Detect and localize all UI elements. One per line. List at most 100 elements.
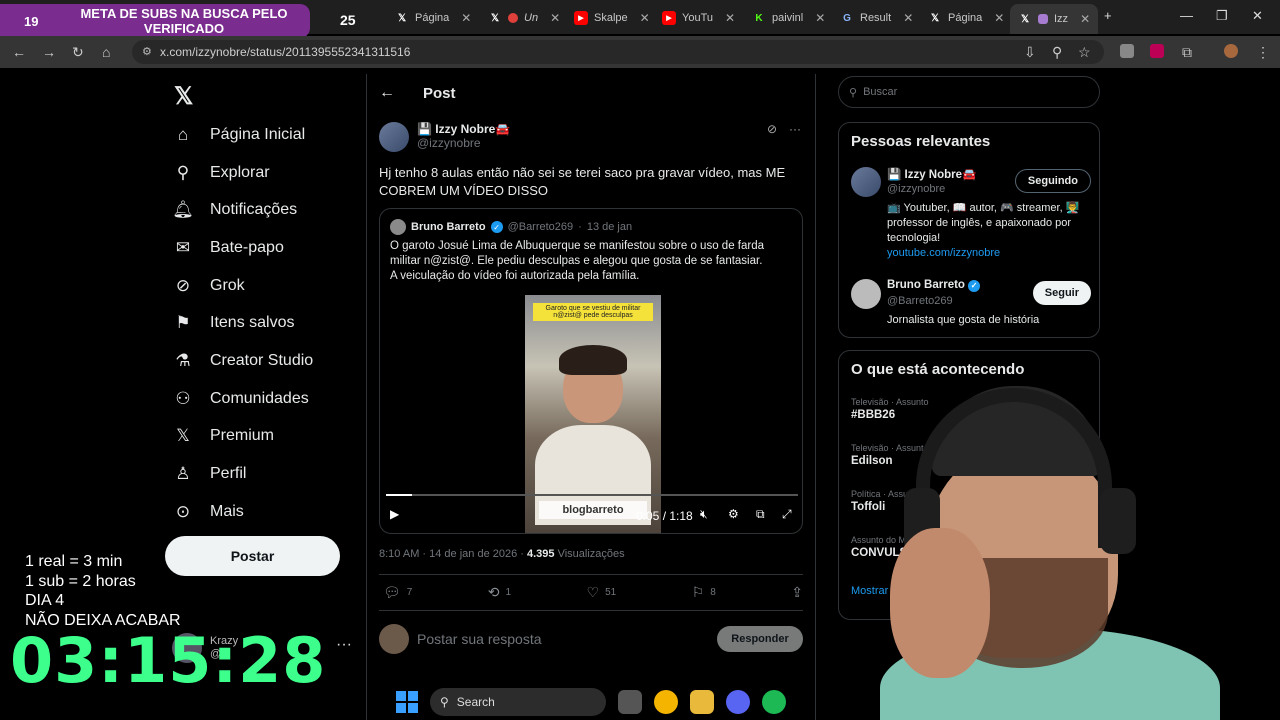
like-button[interactable]: ♡ 51 <box>587 584 617 601</box>
grok-icon[interactable]: ⊘ <box>767 122 777 136</box>
mute-icon[interactable]: 🔇︎ <box>700 507 708 522</box>
star-icon[interactable]: ☆ <box>1078 44 1091 61</box>
taskbar-search[interactable]: ⚲ Search <box>430 688 606 716</box>
x-logo-icon[interactable]: 𝕏 <box>174 82 193 111</box>
tab[interactable]: ▶ YouTu ✕ <box>662 6 735 30</box>
close-icon[interactable]: ✕ <box>640 11 650 25</box>
person-bio: 📺 Youtuber, 📖 autor, 🎮 streamer, 👨‍🏫 pro… <box>887 202 1080 244</box>
quote-author-name: Bruno Barreto <box>411 221 486 233</box>
minimize-icon[interactable]: — <box>1180 8 1193 23</box>
spotify-icon[interactable] <box>762 690 786 714</box>
nav-creator-studio[interactable]: ⚗ Creator Studio <box>172 346 313 376</box>
menu-icon[interactable]: ⋮ <box>1256 44 1270 61</box>
person-card[interactable]: Bruno Barreto ✓ @Barreto269 Jornalista q… <box>851 279 1091 329</box>
person-handle: @Barreto269 <box>887 295 953 307</box>
tab[interactable]: Kpaivinl ✕ <box>752 6 825 30</box>
author-name[interactable]: 💾 Izzy Nobre🚘 <box>417 122 510 136</box>
search-input[interactable]: ⚲ Buscar <box>838 76 1100 108</box>
play-icon[interactable]: ▶ <box>390 507 399 521</box>
avatar[interactable] <box>851 167 881 197</box>
avatar[interactable] <box>851 279 881 309</box>
tab[interactable]: G Result ✕ <box>840 6 913 30</box>
nav-communities[interactable]: ⚇ Comunidades <box>172 384 308 414</box>
following-button[interactable]: Seguindo <box>1014 169 1091 193</box>
zoom-icon[interactable]: ⚲ <box>1052 44 1062 61</box>
person-card[interactable]: 💾 Izzy Nobre🚘 @izzynobre 📺 Youtuber, 📖 a… <box>851 167 1091 267</box>
discord-icon[interactable] <box>726 690 750 714</box>
close-icon[interactable]: ✕ <box>461 11 471 25</box>
video-time: 0:05 / 1:18 <box>636 509 693 523</box>
install-icon[interactable]: ⇩ <box>1024 44 1036 61</box>
pip-icon[interactable]: ⧉ <box>756 507 765 522</box>
tab[interactable]: ▶ Skalpe ✕ <box>574 6 650 30</box>
bookmark-icon: ⚑ <box>175 313 191 332</box>
post-button[interactable]: Postar <box>165 536 340 576</box>
repost-icon: ⟲ <box>487 584 500 600</box>
tab[interactable]: 𝕏 Página ✕ <box>928 6 1004 30</box>
share-button[interactable]: ⇪ <box>791 584 803 601</box>
nav-home[interactable]: ⌂ Página Inicial <box>172 120 305 150</box>
chrome-icon[interactable] <box>654 690 678 714</box>
quoted-post[interactable]: Bruno Barreto ✓ @Barreto269 · 13 de jan … <box>379 208 803 534</box>
avatar[interactable] <box>379 122 409 152</box>
tab[interactable]: 𝕏 Página ✕ <box>395 6 471 30</box>
reply-button[interactable]: 💬︎ 7 <box>383 584 412 601</box>
tab-active[interactable]: 𝕏 Izz ✕ <box>1010 4 1099 34</box>
bookmark-button[interactable]: ⚐ 8 <box>692 584 716 601</box>
nav-bookmarks[interactable]: ⚑ Itens salvos <box>172 308 294 338</box>
close-icon[interactable]: ✕ <box>994 11 1004 25</box>
reply-input[interactable]: Postar sua resposta <box>417 631 717 647</box>
stream-rules: 1 real = 3 min 1 sub = 2 horas DIA 4 NÃO… <box>25 553 181 629</box>
follow-button[interactable]: Seguir <box>1032 281 1091 305</box>
video-progress-bar[interactable] <box>386 494 798 496</box>
nav-more[interactable]: ⊙ Mais <box>172 497 244 527</box>
nav-profile[interactable]: ♙ Perfil <box>172 459 246 489</box>
back-arrow-icon[interactable]: ← <box>379 84 395 102</box>
nav-notifications[interactable]: 🔔︎ Notificações <box>172 195 297 225</box>
person-name[interactable]: Bruno Barreto <box>887 279 965 291</box>
grok-icon: ⊘ <box>175 276 191 295</box>
folder-icon[interactable] <box>690 690 714 714</box>
url-field[interactable]: ⚙ x.com/izzynobre/status/201139555234131… <box>132 40 1104 64</box>
person-link[interactable]: youtube.com/izzynobre <box>887 246 1087 261</box>
close-icon[interactable]: ✕ <box>725 11 735 25</box>
more-icon[interactable]: ··· <box>789 122 801 136</box>
fullscreen-icon[interactable]: ⤢ <box>782 507 792 522</box>
home-icon[interactable]: ⌂ <box>102 44 110 60</box>
extension-icon[interactable] <box>1120 44 1134 58</box>
new-tab-icon[interactable]: + <box>1104 8 1112 23</box>
reload-icon[interactable]: ↻ <box>72 44 84 61</box>
close-icon[interactable]: ✕ <box>903 11 913 25</box>
puzzle-icon[interactable]: ⧉ <box>1182 44 1192 61</box>
avatar <box>390 219 406 235</box>
maximize-icon[interactable]: ❐ <box>1216 8 1228 24</box>
panel-title: Pessoas relevantes <box>851 133 991 150</box>
person-name[interactable]: 💾 Izzy Nobre🚘 <box>887 167 976 181</box>
tab[interactable]: 𝕏 Un ✕ <box>488 6 560 30</box>
post-author[interactable]: 💾 Izzy Nobre🚘 @izzynobre <box>379 122 510 152</box>
nav-grok[interactable]: ⊘ Grok <box>172 271 245 301</box>
more-icon[interactable]: ··· <box>336 636 352 654</box>
nav-explore[interactable]: ⚲ Explorar <box>172 158 270 188</box>
task-view-icon[interactable] <box>618 690 642 714</box>
close-window-icon[interactable]: ✕ <box>1252 8 1263 24</box>
close-icon[interactable]: ✕ <box>815 11 825 25</box>
author-handle[interactable]: @izzynobre <box>417 136 510 150</box>
close-icon[interactable]: ✕ <box>1080 12 1090 26</box>
close-icon[interactable]: ✕ <box>550 11 560 25</box>
reply-submit-button[interactable]: Responder <box>717 626 803 652</box>
post-timestamp[interactable]: 8:10 AM · 14 de jan de 2026 · <box>379 548 527 560</box>
share-icon: ⇪ <box>791 584 803 600</box>
extension-icon[interactable] <box>1150 44 1164 58</box>
site-info-icon[interactable]: ⚙ <box>142 45 152 58</box>
profile-avatar[interactable] <box>1224 44 1238 58</box>
back-icon[interactable]: ← <box>12 44 26 60</box>
search-icon: ⚲ <box>176 163 190 182</box>
settings-icon[interactable]: ⚙ <box>728 507 739 521</box>
video-player[interactable]: Garoto que se vestiu de militar n@zist@ … <box>525 295 661 533</box>
repost-button[interactable]: ⟲ 1 <box>488 584 511 601</box>
nav-premium[interactable]: 𝕏 Premium <box>172 421 274 451</box>
nav-messages[interactable]: ✉ Bate-papo <box>172 233 284 263</box>
windows-start-icon[interactable] <box>396 691 418 713</box>
forward-icon[interactable]: → <box>42 44 56 60</box>
